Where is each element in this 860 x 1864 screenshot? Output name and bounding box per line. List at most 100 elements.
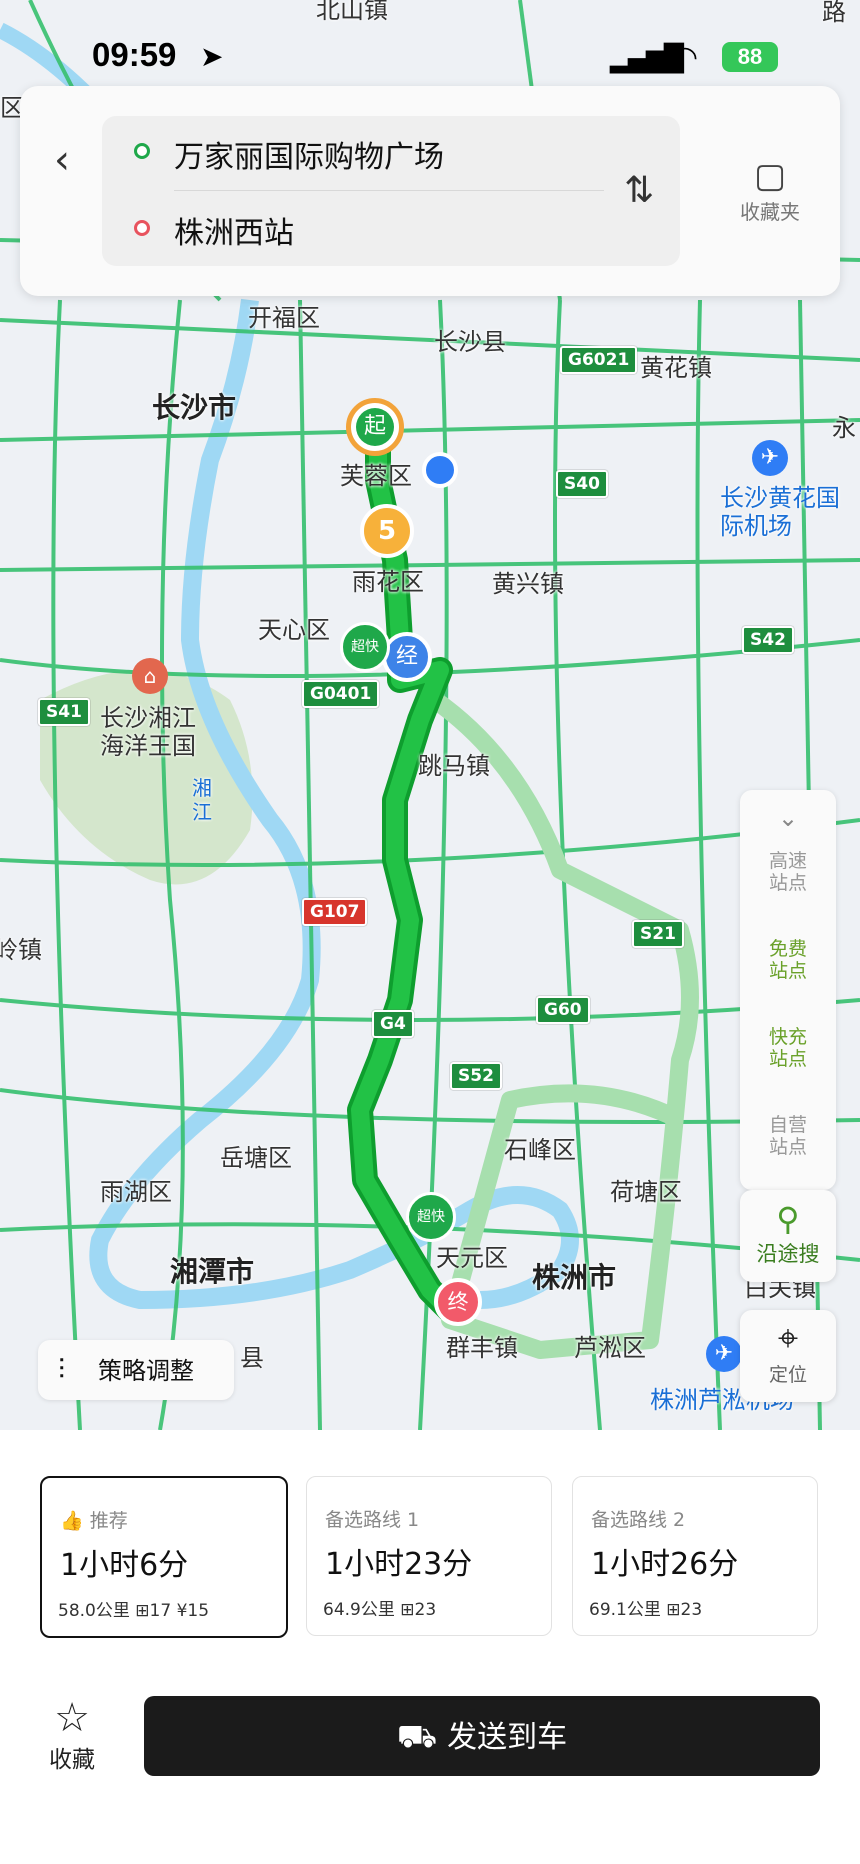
map-label: 湘江 <box>192 776 212 824</box>
destination-dot-icon <box>134 220 150 236</box>
map-label: 湘潭市 <box>170 1255 255 1288</box>
route-option-alt-2[interactable]: 备选路线 2 1小时26分 69.1公里 ⊞23 <box>572 1476 818 1636</box>
route-meta: 58.0公里 ⊞17 ¥15 <box>58 1596 209 1621</box>
road-shield: S40 <box>556 470 608 498</box>
strategy-label: 策略调整 <box>98 1357 194 1385</box>
route-duration: 1小时23分 <box>325 1547 473 1582</box>
route-tag-label: 备选路线 2 <box>591 1509 686 1531</box>
back-chevron-icon[interactable]: ‹ <box>40 130 84 190</box>
fast-charge-marker[interactable]: 超快 <box>340 622 390 672</box>
route-lights: 23 <box>680 1600 703 1620</box>
road-shield: G0401 <box>302 680 380 708</box>
map-label: 雨花区 <box>352 568 424 596</box>
fast-charge-marker[interactable]: 超快 <box>406 1192 456 1242</box>
route-lights: 17 <box>149 1601 172 1621</box>
sliders-icon: ⫶ <box>58 1353 66 1386</box>
traffic-light-icon: ⊞ <box>666 1600 681 1620</box>
filter-fast-stations[interactable]: 快充站点 <box>766 1026 810 1070</box>
status-bar: 09:59 ➤ ▂▄▆█ ◠ 88 <box>0 0 860 100</box>
search-along-button[interactable]: ⚲ 沿途搜 <box>740 1190 836 1282</box>
origin-field[interactable]: 万家丽国际购物广场 <box>174 132 444 176</box>
map-label-airport: 长沙黄花国际机场 <box>720 484 840 540</box>
road-shield: G6021 <box>560 346 638 374</box>
favorites-folder-label: 收藏夹 <box>740 200 800 224</box>
start-marker[interactable]: 起 <box>346 398 404 456</box>
thumbs-up-icon: 👍 <box>60 1510 84 1532</box>
star-icon: ☆ <box>54 1695 90 1741</box>
folder-star-icon: ▢ <box>753 156 787 196</box>
status-time: 09:59 <box>92 36 177 73</box>
locate-button[interactable]: ⌖ 定位 <box>740 1310 836 1402</box>
swap-icon[interactable]: ⇅ <box>624 170 654 211</box>
search-along-label: 沿途搜 <box>756 1242 820 1266</box>
map-label: 长沙市 <box>152 391 237 424</box>
road-shield: S41 <box>38 698 90 726</box>
route-tag-label: 备选路线 1 <box>325 1509 420 1531</box>
traffic-light-icon: ⊞ <box>135 1601 150 1621</box>
car-icon: ⛟ <box>396 1717 438 1755</box>
road-shield: G60 <box>536 996 590 1024</box>
route-duration: 1小时26分 <box>591 1547 739 1582</box>
map-label: 岳塘区 <box>220 1144 292 1172</box>
send-to-car-button[interactable]: ⛟ 发送到车 <box>144 1696 820 1776</box>
route-option-alt-1[interactable]: 备选路线 1 1小时23分 64.9公里 ⊞23 <box>306 1476 552 1636</box>
map-label: 株洲市 <box>532 1261 617 1294</box>
end-marker[interactable]: 终 <box>434 1278 482 1326</box>
route-distance: 64.9公里 <box>323 1600 395 1620</box>
map-label: 长沙县 <box>434 328 506 356</box>
destination-field[interactable]: 株洲西站 <box>174 208 294 252</box>
route-meta: 64.9公里 ⊞23 <box>323 1595 436 1620</box>
map-label: 岭镇 <box>0 936 42 964</box>
map-label: 黄兴镇 <box>492 570 564 598</box>
locate-icon: ⌖ <box>777 1318 799 1359</box>
filter-free-stations[interactable]: 免费站点 <box>766 938 810 982</box>
route-meta: 69.1公里 ⊞23 <box>589 1595 702 1620</box>
location-arrow-icon: ➤ <box>200 40 224 73</box>
divider <box>174 190 604 191</box>
ocean-park-icon: ⌂ <box>132 658 168 694</box>
waypoint-marker[interactable]: 经 <box>382 632 432 682</box>
road-shield: S21 <box>632 920 684 948</box>
map-label: 芙蓉区 <box>340 462 412 490</box>
road-shield: S52 <box>450 1062 502 1090</box>
route-toll: ¥15 <box>176 1601 210 1621</box>
map-label: 天心区 <box>258 616 330 644</box>
wifi-icon: ◠ <box>672 40 699 75</box>
collapse-chevron-icon[interactable]: ⌄ <box>740 804 836 832</box>
waypoint-number-marker[interactable]: 5 <box>360 504 414 558</box>
airport-icon: ✈ <box>752 440 788 476</box>
route-lights: 23 <box>414 1600 437 1620</box>
airport-icon: ✈ <box>706 1336 742 1372</box>
route-tag: 👍 推荐 <box>60 1506 128 1533</box>
map-label: 雨湖区 <box>100 1178 172 1206</box>
map-label: 永 <box>832 414 856 442</box>
favorite-label: 收藏 <box>49 1747 95 1773</box>
traffic-light-icon: ⊞ <box>400 1600 415 1620</box>
locate-label: 定位 <box>768 1364 807 1386</box>
map-label: 群丰镇 <box>446 1334 518 1362</box>
favorite-button[interactable]: ☆ 收藏 <box>40 1696 104 1774</box>
route-input-card: ‹ 万家丽国际购物广场 株洲西站 ⇅ ▢ 收藏夹 <box>20 86 840 296</box>
map-label: 黄花镇 <box>640 354 712 382</box>
route-duration: 1小时6分 <box>60 1548 189 1583</box>
filter-self-stations[interactable]: 自营站点 <box>766 1114 810 1158</box>
map-label: 跳马镇 <box>418 752 490 780</box>
start-marker-label: 起 <box>356 408 394 446</box>
favorites-folder-button[interactable]: ▢ 收藏夹 <box>720 156 820 225</box>
send-to-car-label: 发送到车 <box>447 1720 568 1755</box>
origin-dot-icon <box>134 143 150 159</box>
map-label: 天元区 <box>436 1244 508 1272</box>
map-label: 长沙湘江海洋王国 <box>100 704 196 760</box>
road-shield: G4 <box>372 1010 414 1038</box>
road-shield: G107 <box>302 898 368 926</box>
map-label: 芦淞区 <box>574 1334 646 1362</box>
strategy-adjust-button[interactable]: ⫶ 策略调整 <box>38 1340 234 1400</box>
route-distance: 58.0公里 <box>58 1601 130 1621</box>
map-label: 石峰区 <box>504 1136 576 1164</box>
route-option-recommended[interactable]: 👍 推荐 1小时6分 58.0公里 ⊞17 ¥15 <box>40 1476 288 1638</box>
route-distance: 69.1公里 <box>589 1600 661 1620</box>
station-filter-panel: ⌄ 高速站点 免费站点 快充站点 自营站点 <box>740 790 836 1190</box>
filter-highway-stations[interactable]: 高速站点 <box>766 850 810 894</box>
search-along-icon: ⚲ <box>776 1200 800 1238</box>
map-label: 县 <box>240 1344 264 1372</box>
